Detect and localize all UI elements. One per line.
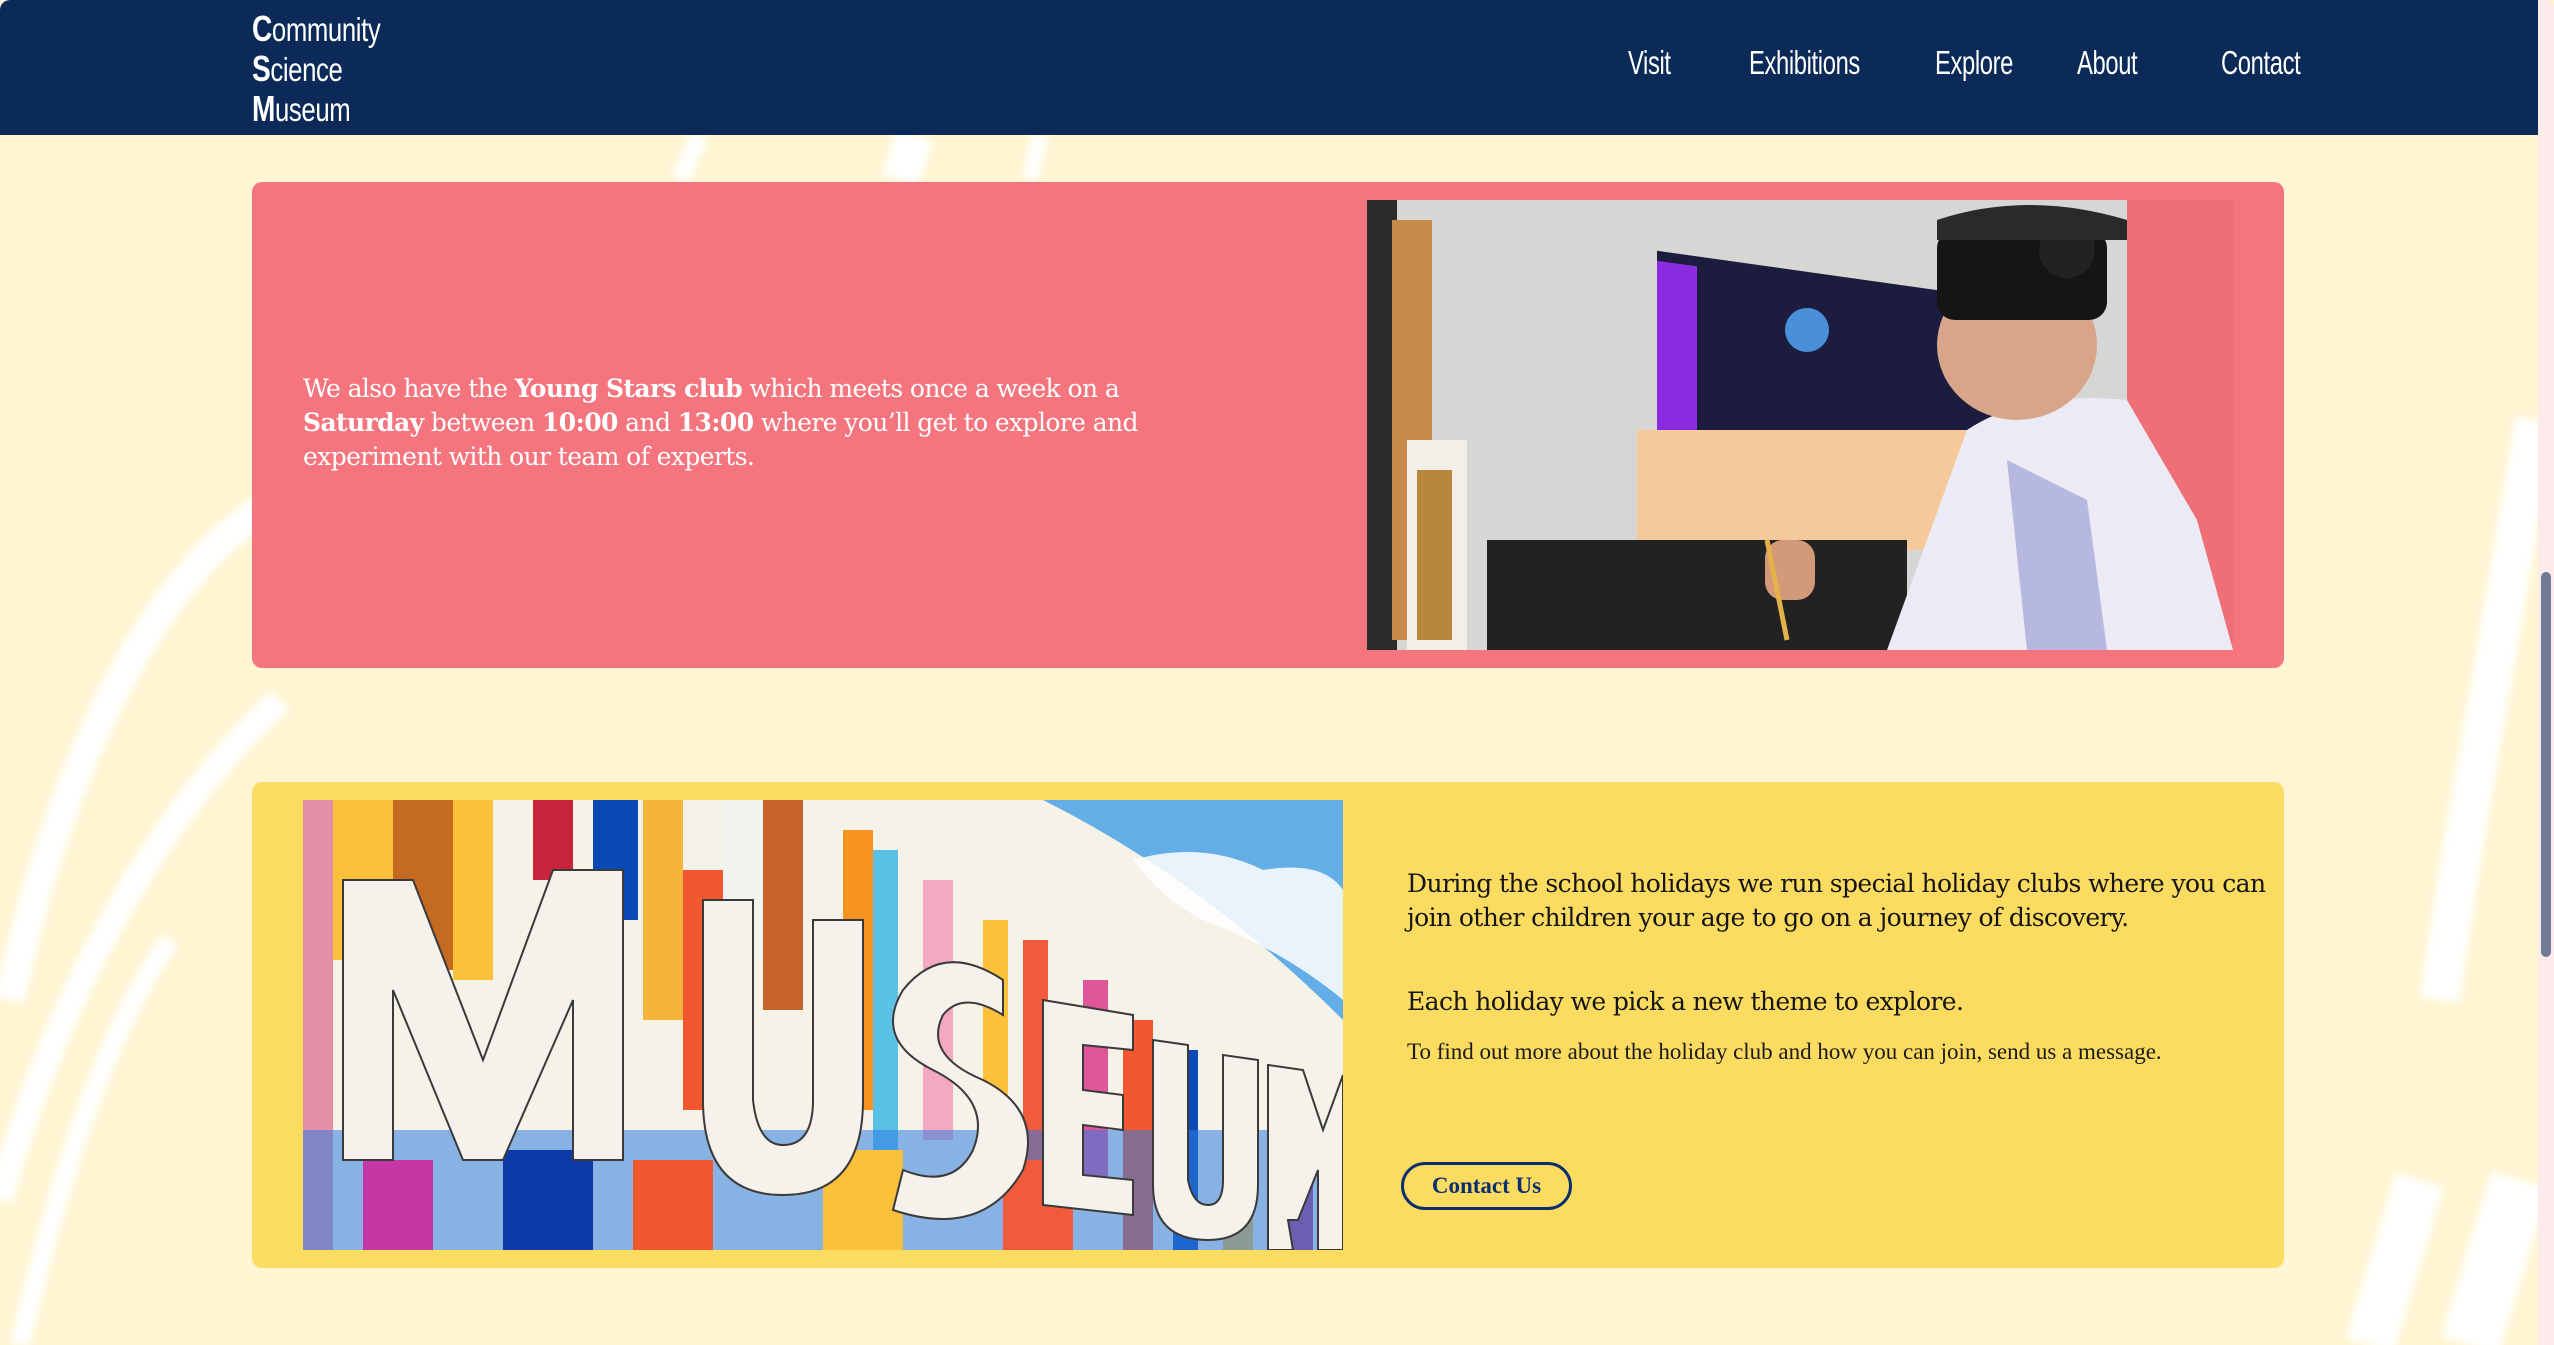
- nav-link-contact[interactable]: Contact: [2221, 44, 2301, 82]
- nav-link-explore[interactable]: Explore: [1935, 44, 2013, 82]
- site-header: Community Science Museum Visit Exhibitio…: [0, 0, 2538, 135]
- holiday-club-contact-prompt: To find out more about the holiday club …: [1407, 1039, 2162, 1064]
- logo-initial: S: [252, 48, 271, 89]
- contact-us-button[interactable]: Contact Us: [1401, 1162, 1572, 1210]
- holiday-club-intro: During the school holidays we run specia…: [1407, 869, 2266, 932]
- text-segment-bold: Saturday: [303, 408, 424, 437]
- text-segment-bold: 13:00: [677, 408, 754, 437]
- holiday-club-card: During the school holidays we run specia…: [252, 782, 2284, 1268]
- text-segment: between: [423, 408, 542, 437]
- holiday-club-text: During the school holidays we run specia…: [1407, 867, 2277, 1067]
- nav-link-visit[interactable]: Visit: [1628, 44, 1671, 82]
- logo-word: cience: [270, 51, 343, 88]
- text-segment: We also have the: [303, 374, 515, 403]
- vr-painting-photo: [1367, 200, 2233, 650]
- young-stars-description: We also have the Young Stars club which …: [303, 372, 1243, 474]
- text-segment-bold: 10:00: [542, 408, 618, 437]
- logo-initial: C: [252, 8, 272, 49]
- text-segment: and: [617, 408, 678, 437]
- logo-word: useum: [275, 91, 351, 128]
- logo-line-science: Science: [252, 50, 380, 90]
- nav-link-exhibitions[interactable]: Exhibitions: [1749, 44, 1860, 82]
- vr-photo-illustration: [1367, 200, 2233, 650]
- logo-initial: M: [252, 88, 276, 129]
- museum-facade-photo: [303, 800, 1343, 1250]
- main-nav: Visit Exhibitions Explore About Contact: [1558, 0, 2538, 135]
- text-segment: which meets once a week on a: [742, 374, 1120, 403]
- logo-line-museum: Museum: [252, 90, 380, 130]
- vertical-scrollbar[interactable]: [2538, 0, 2554, 1345]
- logo-line-community: Community: [252, 8, 381, 50]
- scrollbar-thumb[interactable]: [2541, 572, 2551, 957]
- text-segment-bold: Young Stars club: [514, 374, 743, 403]
- nav-link-about[interactable]: About: [2077, 44, 2138, 82]
- museum-photo-illustration: [303, 800, 1343, 1250]
- logo-word: ommunity: [271, 11, 381, 48]
- site-logo[interactable]: Community Science Museum: [252, 8, 381, 130]
- holiday-club-theme: Each holiday we pick a new theme to expl…: [1407, 987, 1964, 1016]
- young-stars-card: We also have the Young Stars club which …: [252, 182, 2284, 668]
